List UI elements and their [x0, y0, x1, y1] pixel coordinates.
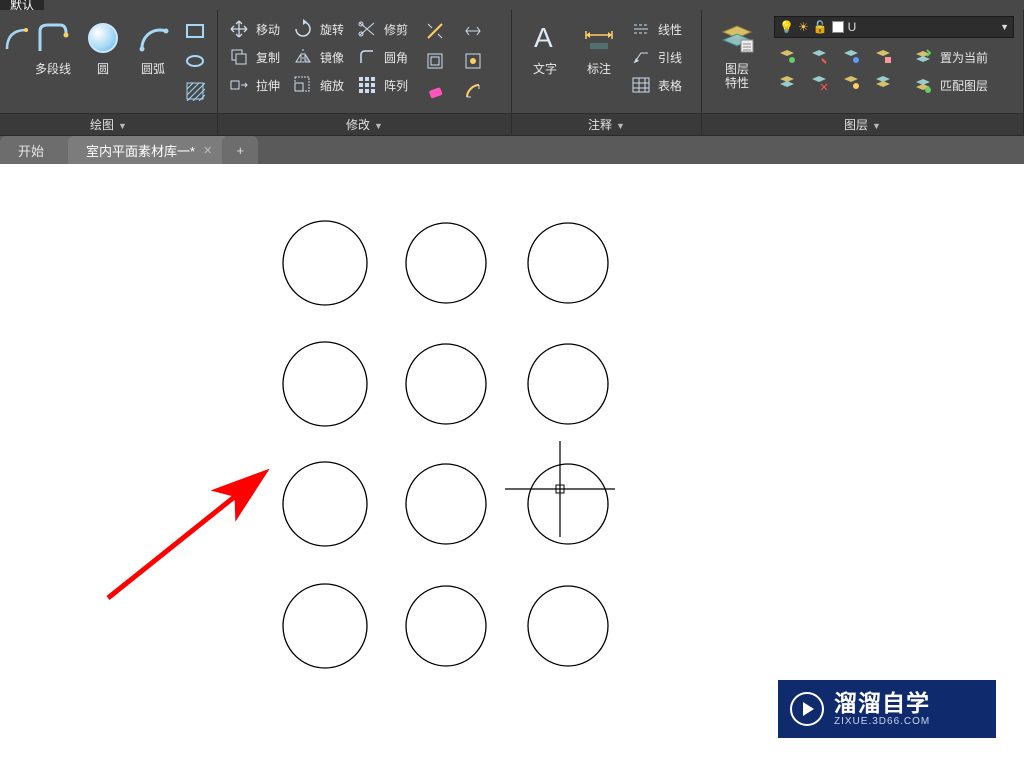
tool-trim[interactable]: 修剪 — [354, 16, 410, 42]
panel-annotate: A 文字 标注 线性 引线 表格 注释▼ — [512, 10, 702, 135]
tool-text[interactable]: A 文字 — [520, 16, 570, 80]
tab-start[interactable]: 开始 — [0, 136, 78, 164]
lightbulb-icon: 💡 — [779, 20, 794, 34]
drawn-circle[interactable] — [406, 586, 486, 666]
tool-copy[interactable]: 复制 — [226, 44, 282, 70]
tool-offset[interactable] — [422, 48, 448, 74]
tool-line-partial[interactable] — [8, 16, 28, 80]
tool-layer-properties[interactable]: 图层 特性 — [710, 16, 764, 94]
drawn-circle[interactable] — [283, 342, 367, 426]
linetype-icon — [630, 18, 652, 40]
tool-fillet[interactable]: 圆角 — [354, 44, 410, 70]
tool-table[interactable]: 表格 — [628, 72, 684, 98]
close-icon[interactable]: ✕ — [203, 144, 212, 157]
tool-misc2[interactable] — [460, 48, 486, 74]
annotation-arrow — [108, 478, 258, 598]
tool-ellipse[interactable] — [182, 48, 208, 74]
trim-icon — [356, 18, 378, 40]
drawn-circle[interactable] — [406, 464, 486, 544]
drawn-circle[interactable] — [528, 464, 608, 544]
drawn-circle[interactable] — [283, 221, 367, 305]
copy-icon — [228, 46, 250, 68]
panel-draw-title[interactable]: 绘图▼ — [0, 113, 217, 135]
fillet-icon — [356, 46, 378, 68]
chevron-down-icon: ▼ — [1000, 22, 1009, 32]
layer-tool-8[interactable] — [872, 71, 894, 93]
tool-polyline[interactable]: 多段线 — [28, 16, 78, 80]
layer-tool-7[interactable] — [840, 71, 862, 93]
tool-dimension[interactable]: 标注 — [574, 16, 624, 80]
play-icon — [790, 692, 824, 726]
watermark: 溜溜自学 ZIXUE.3D66.COM — [778, 680, 996, 738]
tool-erase[interactable] — [422, 78, 448, 104]
array-icon — [356, 74, 378, 96]
tool-leader[interactable]: 引线 — [628, 44, 684, 70]
tool-stretch[interactable]: 拉伸 — [226, 72, 282, 98]
tool-hatch[interactable] — [182, 78, 208, 104]
ribbon: 多段线 圆 圆弧 绘图▼ 移动 复制 拉伸 — [0, 10, 1024, 136]
tab-active-file[interactable]: 室内平面素材库一*✕ — [68, 136, 230, 164]
plus-icon: + — [237, 143, 245, 158]
panel-layer: 图层 特性 💡 ☀ 🔓 U ▼ — [702, 10, 1024, 135]
lock-icon: 🔓 — [813, 20, 828, 34]
drawn-circle[interactable] — [406, 223, 486, 303]
scale-icon — [292, 74, 314, 96]
layer-color-swatch — [832, 21, 844, 33]
tool-linetype[interactable]: 线性 — [628, 16, 684, 42]
watermark-sub: ZIXUE.3D66.COM — [834, 716, 930, 727]
drawn-circle[interactable] — [406, 344, 486, 424]
file-tabs: 开始 室内平面素材库一*✕ + — [0, 136, 1024, 164]
stretch-icon — [228, 74, 250, 96]
panel-draw: 多段线 圆 圆弧 绘图▼ — [0, 10, 218, 135]
menu-tabs[interactable]: 默认 — [0, 0, 1024, 10]
drawing-canvas[interactable] — [0, 165, 1024, 768]
move-icon — [228, 18, 250, 40]
watermark-title: 溜溜自学 — [834, 691, 930, 716]
drawn-circle[interactable] — [283, 462, 367, 546]
layer-name: U — [848, 20, 857, 34]
tool-misc3[interactable] — [460, 78, 486, 104]
drawn-circle[interactable] — [283, 584, 367, 668]
leader-icon — [630, 46, 652, 68]
layer-tool-1[interactable] — [776, 45, 798, 67]
layer-tool-5[interactable] — [776, 71, 798, 93]
tool-arc[interactable]: 圆弧 — [128, 16, 178, 80]
panel-annotate-title[interactable]: 注释▼ — [512, 113, 701, 135]
circle-icon — [88, 23, 118, 53]
tool-move[interactable]: 移动 — [226, 16, 282, 42]
panel-modify-title[interactable]: 修改▼ — [218, 113, 511, 135]
tool-circle[interactable]: 圆 — [78, 16, 128, 80]
sun-icon: ☀ — [798, 20, 809, 34]
tool-misc1[interactable] — [460, 18, 486, 44]
panel-modify: 移动 复制 拉伸 旋转 镜像 缩放 修剪 圆角 阵列 — [218, 10, 512, 135]
drawn-circle[interactable] — [528, 586, 608, 666]
tool-set-current-layer[interactable]: 置为当前 — [910, 44, 990, 70]
tool-scale[interactable]: 缩放 — [290, 72, 346, 98]
panel-layer-title[interactable]: 图层▼ — [702, 113, 1023, 135]
tool-match-layer[interactable]: 匹配图层 — [910, 72, 990, 98]
draw-small-tools — [182, 16, 208, 104]
tool-mirror[interactable]: 镜像 — [290, 44, 346, 70]
layer-tool-2[interactable] — [808, 45, 830, 67]
layer-tool-4[interactable] — [872, 45, 894, 67]
rotate-icon — [292, 18, 314, 40]
layer-tool-6[interactable] — [808, 71, 830, 93]
layer-dropdown[interactable]: 💡 ☀ 🔓 U ▼ — [774, 16, 1014, 38]
tab-new[interactable]: + — [222, 136, 258, 164]
drawn-circle[interactable] — [528, 223, 608, 303]
mirror-icon — [292, 46, 314, 68]
tool-rectangle[interactable] — [182, 18, 208, 44]
drawn-circle[interactable] — [528, 344, 608, 424]
tool-explode[interactable] — [422, 18, 448, 44]
layer-tool-3[interactable] — [840, 45, 862, 67]
svg-text:A: A — [534, 22, 553, 53]
tool-array[interactable]: 阵列 — [354, 72, 410, 98]
menu-tab-active[interactable]: 默认 — [0, 0, 44, 10]
tool-rotate[interactable]: 旋转 — [290, 16, 346, 42]
table-icon — [630, 74, 652, 96]
